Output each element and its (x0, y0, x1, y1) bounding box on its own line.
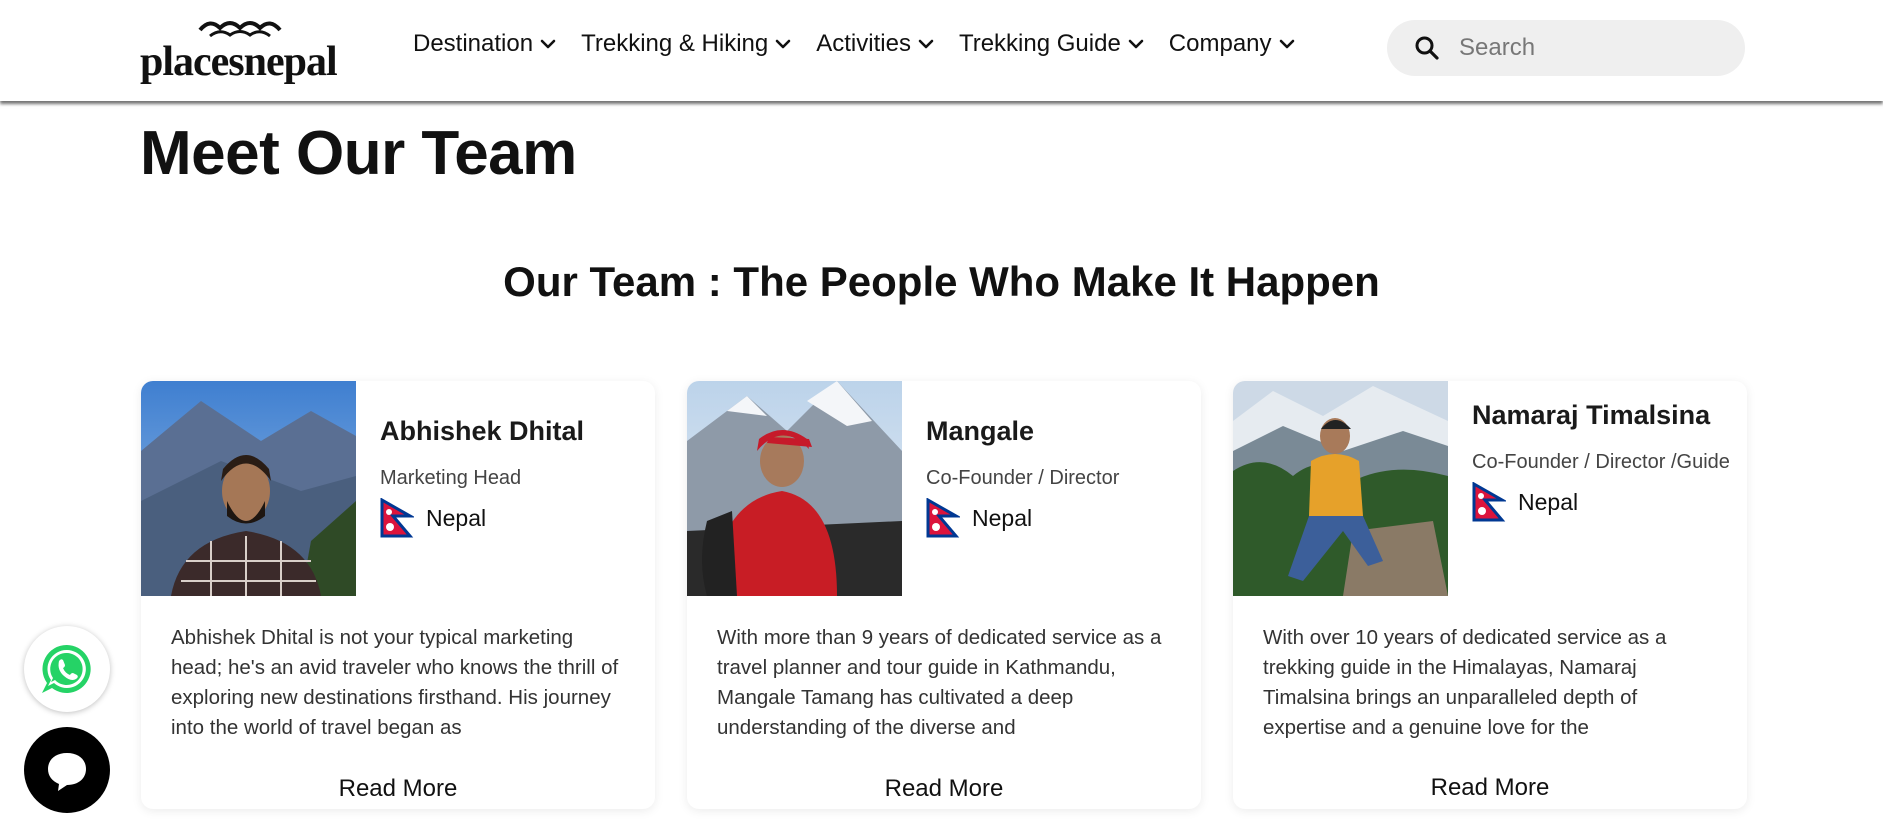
logo-text: placesnepal (140, 39, 338, 85)
team-member-bio: With over 10 years of dedicated service … (1263, 626, 1667, 739)
nepal-flag-icon (1472, 482, 1506, 522)
team-member-role: Marketing Head (380, 467, 522, 490)
team-member-country: Nepal (1472, 482, 1732, 522)
search-icon[interactable] (1413, 34, 1441, 62)
search-input[interactable] (1459, 34, 1719, 62)
team-member-name: Abhishek Dhital (380, 416, 585, 446)
nav-item-trekking-hiking[interactable]: Trekking & Hiking (581, 30, 792, 58)
team-member-info: Mangale Co-Founder / Director Nepal (926, 415, 1186, 538)
nav-item-destination[interactable]: Destination (413, 30, 557, 58)
team-member-country: Nepal (926, 498, 1186, 538)
nepal-flag-icon (926, 498, 960, 538)
chevron-down-icon (1128, 39, 1144, 49)
logo-waves-icon (198, 21, 282, 38)
read-more-link[interactable]: Read More (1233, 774, 1747, 802)
whatsapp-button[interactable] (24, 626, 110, 712)
team-member-info: Namaraj Timalsina Co-Founder / Director … (1472, 399, 1732, 522)
nav-item-activities[interactable]: Activities (816, 30, 935, 58)
nav-item-company[interactable]: Company (1169, 30, 1296, 58)
main-nav: Destination Trekking & Hiking Activities… (413, 30, 1296, 58)
team-card: Mangale Co-Founder / Director Nepal With… (687, 381, 1201, 809)
team-member-country: Nepal (380, 498, 640, 538)
portrait-image (687, 381, 902, 596)
nav-item-label: Trekking Guide (958, 30, 1121, 57)
chevron-down-icon (1279, 39, 1294, 49)
portrait-image (1233, 381, 1448, 596)
nav-item-trekking-guide[interactable]: Trekking Guide (959, 30, 1145, 58)
team-card: Abhishek Dhital Marketing Head Nepal Abh… (141, 381, 655, 809)
nav-item-label: Destination (413, 30, 534, 57)
chevron-down-icon (918, 39, 934, 49)
read-more-link[interactable]: Read More (687, 775, 1201, 803)
team-member-role: Co-Founder / Director (926, 467, 1120, 490)
team-member-role: Co-Founder / Director /Guide (1472, 451, 1730, 474)
team-member-name: Namaraj Timalsina (1472, 400, 1711, 430)
team-member-bio: Abhishek Dhital is not your typical mark… (171, 626, 619, 739)
nepal-flag-icon (380, 498, 414, 538)
team-member-bio: With more than 9 years of dedicated serv… (717, 626, 1162, 739)
team-member-info: Abhishek Dhital Marketing Head Nepal (380, 415, 640, 538)
chat-icon (48, 753, 86, 791)
portrait-image (141, 381, 356, 596)
site-header: placesnepal Destination Trekking & Hikin… (0, 0, 1883, 101)
section-title: Our Team : The People Who Make It Happen (503, 258, 1380, 305)
chevron-down-icon (775, 39, 791, 49)
chat-button[interactable] (24, 727, 110, 813)
nav-item-label: Company (1168, 30, 1272, 57)
site-logo[interactable]: placesnepal (140, 14, 338, 85)
team-member-name: Mangale (926, 416, 1035, 446)
team-member-photo (141, 381, 356, 596)
read-more-link[interactable]: Read More (141, 775, 655, 803)
country-label: Nepal (1518, 488, 1579, 515)
country-label: Nepal (426, 504, 487, 531)
search-bar[interactable] (1387, 20, 1745, 76)
nav-item-label: Activities (816, 30, 911, 57)
team-member-photo (687, 381, 902, 596)
whatsapp-icon (42, 644, 91, 693)
country-label: Nepal (972, 504, 1033, 531)
team-card: Namaraj Timalsina Co-Founder / Director … (1233, 381, 1747, 809)
page-title: Meet Our Team (140, 119, 577, 188)
nav-item-label: Trekking & Hiking (581, 30, 769, 57)
team-member-photo (1233, 381, 1448, 596)
chevron-down-icon (540, 39, 556, 49)
